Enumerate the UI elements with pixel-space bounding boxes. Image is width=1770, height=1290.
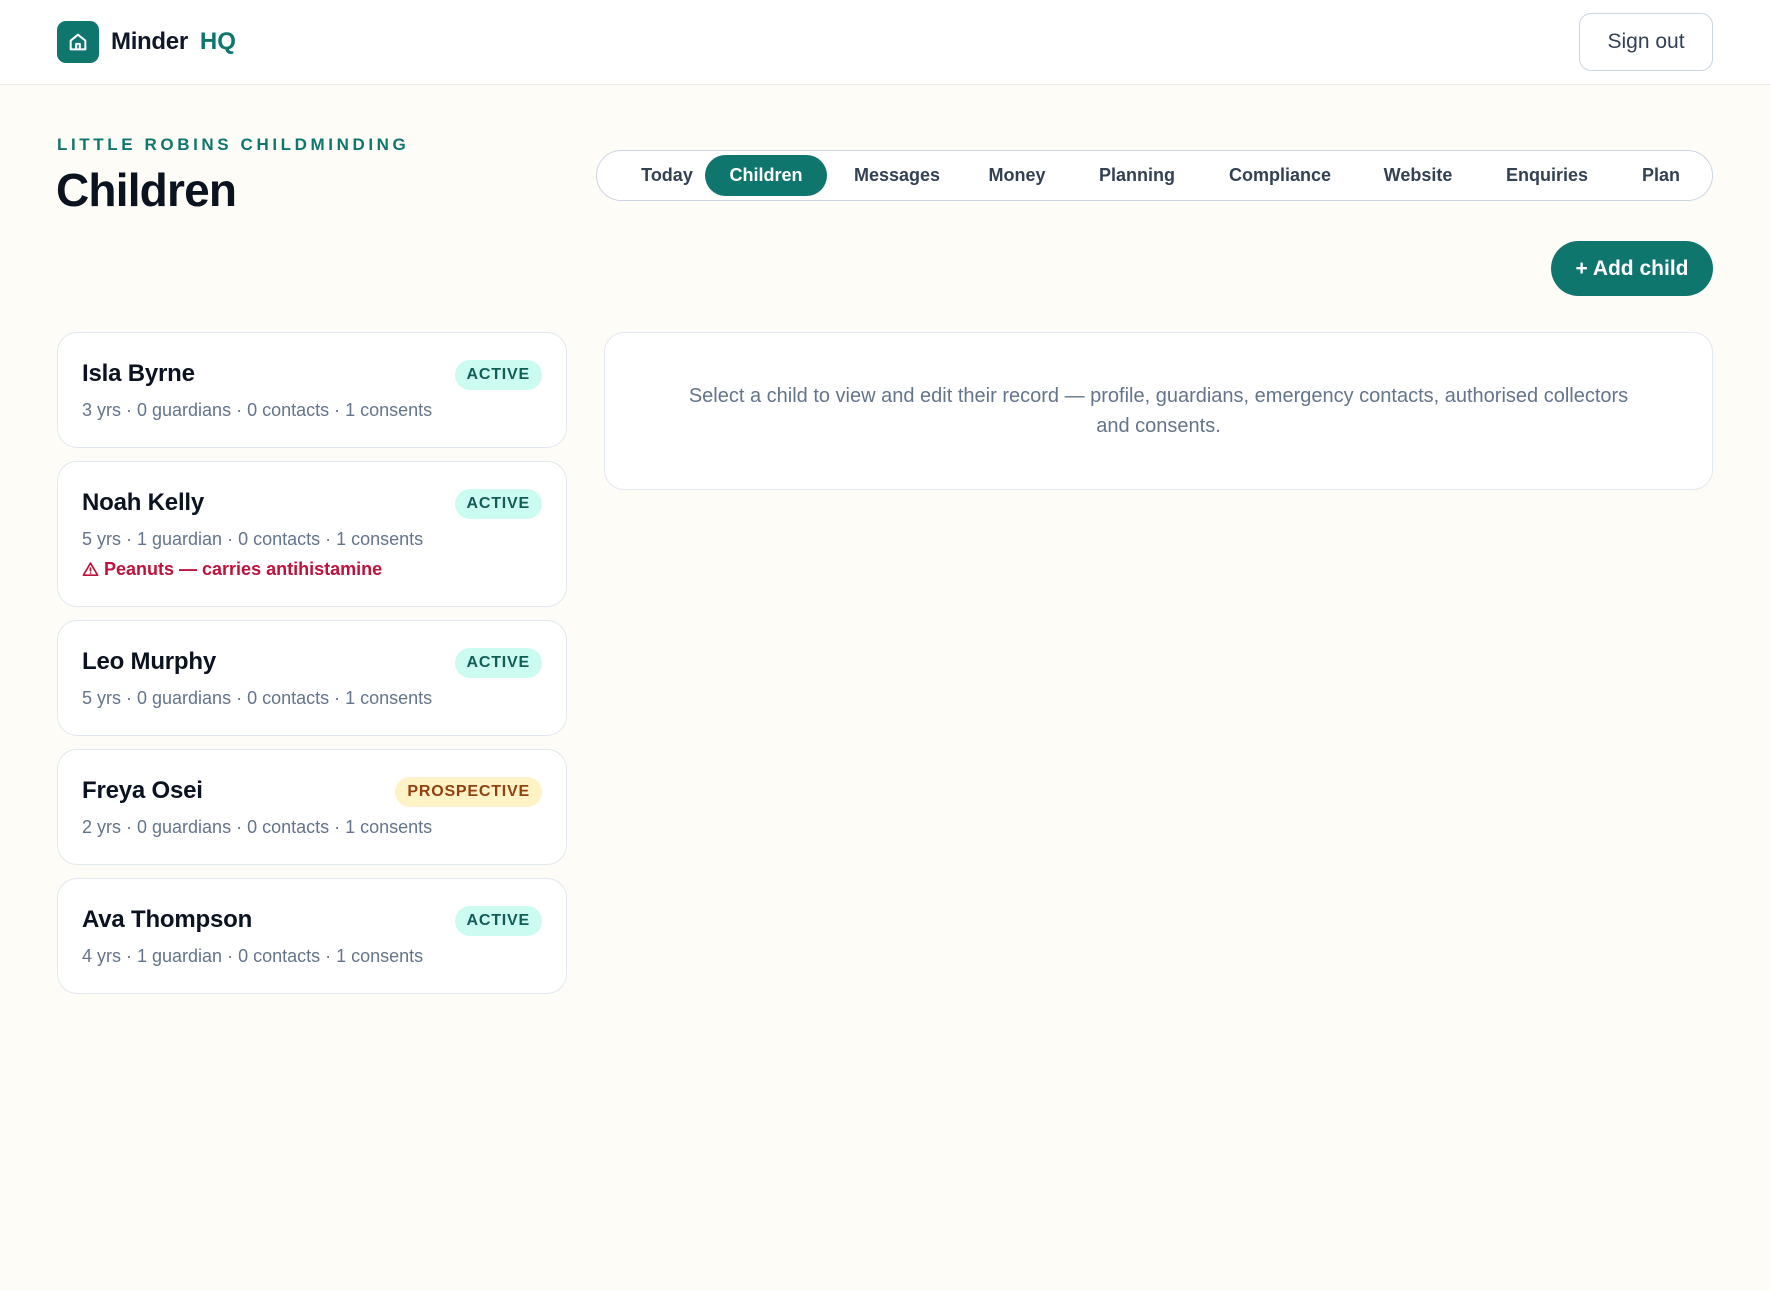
add-child-button[interactable]: + Add child [1551, 241, 1713, 296]
brand-name: Minder [111, 28, 188, 55]
child-card-noah-kelly[interactable]: Noah Kelly ACTIVE 5 yrs · 1 guardian · 0… [57, 461, 567, 607]
child-summary: 2 yrs · 0 guardians · 0 contacts · 1 con… [82, 817, 433, 837]
warning-icon [82, 562, 99, 577]
status-badge: ACTIVE [454, 360, 542, 390]
allergy-alert: Peanuts — carries antihistamine [82, 559, 382, 580]
top-bar: Minder HQ Sign out [0, 0, 1770, 85]
child-summary: 3 yrs · 0 guardians · 0 contacts · 1 con… [82, 400, 433, 420]
status-badge: ACTIVE [454, 489, 542, 519]
tab-messages[interactable]: Messages [837, 155, 957, 196]
tab-enquiries[interactable]: Enquiries [1485, 155, 1609, 196]
tab-compliance[interactable]: Compliance [1211, 155, 1349, 196]
allergy-text: Peanuts — carries antihistamine [104, 559, 383, 579]
status-badge: ACTIVE [454, 906, 542, 936]
page-title: Children [56, 164, 237, 216]
status-badge: ACTIVE [454, 648, 542, 678]
brand-suffix: HQ [199, 28, 236, 55]
child-card-freya-osei[interactable]: Freya Osei PROSPECTIVE 2 yrs · 0 guardia… [57, 749, 567, 865]
child-summary: 4 yrs · 1 guardian · 0 contacts · 1 cons… [82, 946, 424, 966]
tab-planning[interactable]: Planning [1077, 155, 1197, 196]
child-name: Leo Murphy [82, 648, 216, 675]
section-tabs: Today Children Messages Money Planning C… [596, 150, 1713, 201]
child-name: Freya Osei [82, 777, 203, 804]
status-badge: PROSPECTIVE [395, 777, 542, 807]
tab-today[interactable]: Today [617, 155, 717, 196]
child-card-isla-byrne[interactable]: Isla Byrne ACTIVE 3 yrs · 0 guardians · … [57, 332, 567, 448]
child-card-leo-murphy[interactable]: Leo Murphy ACTIVE 5 yrs · 0 guardians · … [57, 620, 567, 736]
child-name: Noah Kelly [82, 489, 205, 516]
child-card-ava-thompson[interactable]: Ava Thompson ACTIVE 4 yrs · 1 guardian ·… [57, 878, 567, 994]
child-summary: 5 yrs · 1 guardian · 0 contacts · 1 cons… [82, 529, 424, 549]
empty-state-message: Select a child to view and edit their re… [688, 385, 1629, 437]
child-summary: 5 yrs · 0 guardians · 0 contacts · 1 con… [82, 688, 433, 708]
child-name: Ava Thompson [82, 906, 253, 933]
tab-website[interactable]: Website [1363, 155, 1473, 196]
sign-out-button[interactable]: Sign out [1579, 13, 1713, 71]
home-icon [57, 21, 99, 63]
child-name: Isla Byrne [82, 360, 195, 387]
tab-children[interactable]: Children [705, 155, 827, 196]
tab-plan[interactable]: Plan [1621, 155, 1701, 196]
brand[interactable]: Minder HQ [57, 21, 236, 63]
child-detail-panel: Select a child to view and edit their re… [604, 332, 1713, 490]
business-name: LITTLE ROBINS CHILDMINDING [57, 135, 410, 154]
tab-money[interactable]: Money [967, 155, 1067, 196]
